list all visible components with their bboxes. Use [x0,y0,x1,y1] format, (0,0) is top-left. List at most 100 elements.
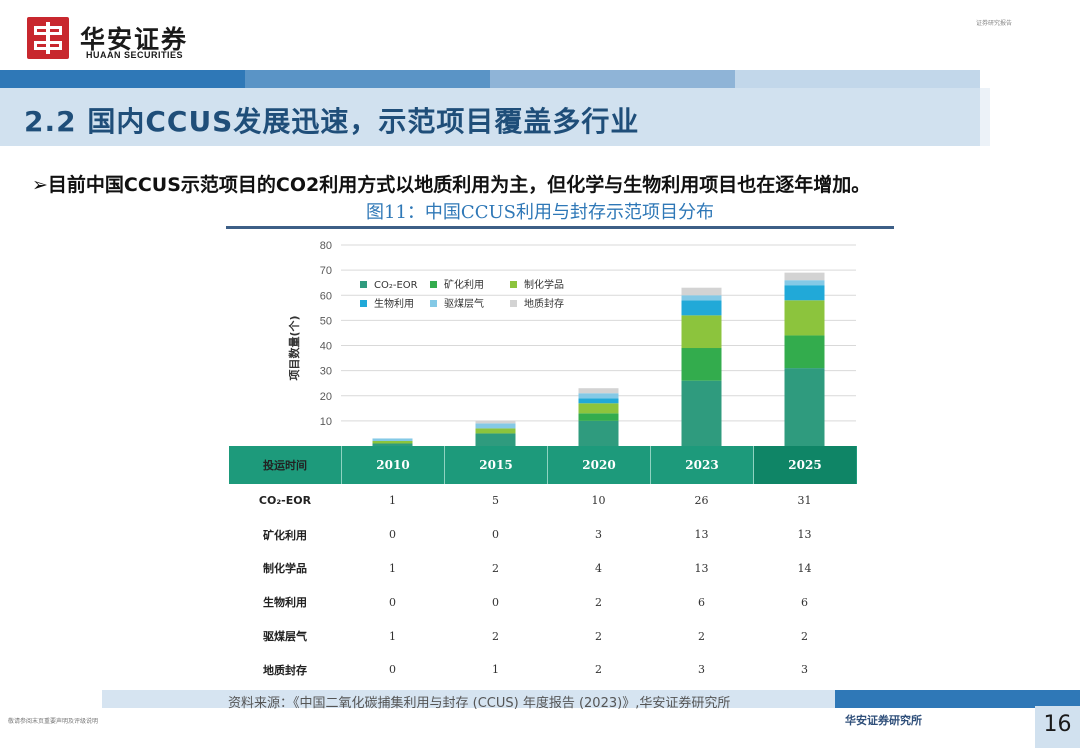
brand-name-en: HUAAN SECURITIES [86,50,184,60]
bar-segment [475,423,516,429]
legend-swatch [510,300,517,307]
table-cell: 1 [389,494,396,508]
bar-segment [681,295,722,301]
legend-label: 矿化利用 [444,278,484,291]
bar-segment [784,285,825,301]
bullet-text: 目前中国CCUS示范项目的CO2利用方式以地质利用为主，但化学与生物利用项目也在… [47,174,871,196]
bar-segment [578,420,619,446]
y-tick-label: 30 [320,366,332,378]
table-row-label: 制化学品 [263,562,307,576]
table-header-year: 2015 [444,446,547,484]
bar-segment [475,433,516,446]
table-cell: 26 [694,494,709,508]
table-row: 地质封存 0 1 2 3 3 [229,653,857,687]
stacked-bar-chart: 10 20 30 40 50 60 70 80 CO₂-EOR 矿化利用 制化学品生物利用 驱煤层气… [287,240,856,446]
legend-swatch [510,281,517,288]
table-cell: 1 [492,663,499,677]
table-header-label: 投运时间 [263,459,307,472]
table-row-label: 驱煤层气 [263,630,307,644]
table-cell: 6 [698,595,705,609]
y-tick-label: 50 [320,315,332,327]
table-cell: 0 [389,528,396,542]
table-cell: 1 [389,629,396,643]
legend-label: 地质封存 [524,297,564,310]
logo-icon [27,17,69,59]
y-tick-label: 60 [320,290,332,302]
table-row: CO₂-EOR 1 5 10 26 31 [229,484,857,518]
bar-segment [681,348,722,381]
legend-label: 制化学品 [524,278,564,291]
table-cell: 0 [389,663,396,677]
table-row: 矿化利用 0 0 3 13 13 [229,518,857,552]
table-cell: 2 [595,595,602,609]
bar-segment [475,428,516,434]
table-cell: 13 [694,561,709,575]
page-title: 2.2 国内CCUS发展迅速，示范项目覆盖多行业 [24,105,640,138]
source-note: 资料来源：《中国二氧化碳捕集利用与封存 (CCUS) 年度报告 (2023)》,… [228,696,731,711]
legend-label: CO₂-EOR [374,280,418,291]
table-row-label: 地质封存 [263,663,307,677]
y-axis-label: 项目数量(个) [287,315,301,380]
legend-swatch [430,281,437,288]
legend-swatch [430,300,437,307]
report-tag: 证券研究报告 [975,20,1012,27]
bar-segment [784,368,825,446]
legend-swatch [360,300,367,307]
table-cell: 13 [694,528,709,542]
bar-segment [784,300,825,336]
table-header-year: 2025 [753,446,856,484]
figure-title: 图11：中国CCUS利用与封存示范项目分布 [366,202,714,223]
table-header-year: 2020 [547,446,650,484]
table-cell: 2 [595,629,602,643]
bar-segment [681,287,722,296]
bar-segment [681,300,722,316]
y-tick-label: 80 [320,240,332,252]
bar-segment [578,398,619,404]
table-cell: 3 [595,528,602,542]
table-row: 制化学品 1 2 4 13 14 [229,552,857,586]
bar-segment [681,380,722,446]
bar-segment [578,388,619,394]
bullet-arrow-icon: ➢ [32,174,48,196]
table-cell: 14 [797,561,812,575]
table-cell: 6 [801,595,808,609]
table-row: 生物利用 0 0 2 6 6 [229,585,857,619]
table-body: CO₂-EOR 1 5 10 26 31 矿化利用 0 0 3 13 13 制化学品 1 2 4 13 14 生物利… [229,484,857,687]
bar-segment [784,280,825,286]
table-cell: 1 [389,561,396,575]
bar-segment [372,440,413,444]
page-number: 16 [1043,712,1072,737]
bullet-point: ➢目前中国CCUS示范项目的CO2利用方式以地质利用为主，但化学与生物利用项目也… [32,170,870,197]
table-row: 驱煤层气 1 2 2 2 2 [229,619,857,653]
table-cell: 2 [492,629,499,643]
table-row-label: CO₂-EOR [258,494,312,508]
y-tick-label: 40 [320,341,332,353]
bar-segment [784,335,825,369]
table-cell: 3 [698,663,705,677]
table-cell: 3 [801,663,808,677]
table-cell: 4 [595,561,602,575]
figure-title-rule [226,226,894,229]
table-cell: 0 [492,595,499,609]
legend-swatch [360,281,367,288]
table-cell: 2 [492,561,499,575]
legend-label: 驱煤层气 [444,297,484,310]
bar-segment [681,315,722,349]
bar-segment [578,403,619,414]
y-tick-label: 20 [320,391,332,403]
bar-segment [372,438,413,441]
table-cell: 0 [492,528,499,542]
table-cell: 31 [797,494,812,508]
y-tick-label: 10 [320,416,332,428]
table-cell: 13 [797,528,812,542]
disclaimer: 敬请参阅末页重要声明及评级说明 [8,718,99,725]
bar-segment [578,413,619,421]
bar-segment [784,272,825,281]
y-tick-label: 70 [320,265,332,277]
table-cell: 10 [591,494,606,508]
table-header: 投运时间 2010 2015 2020 2023 2025 [229,446,857,484]
legend-label: 生物利用 [374,297,414,310]
table-row-label: 生物利用 [263,596,307,610]
table-cell: 2 [595,663,602,677]
table-cell: 0 [389,595,396,609]
